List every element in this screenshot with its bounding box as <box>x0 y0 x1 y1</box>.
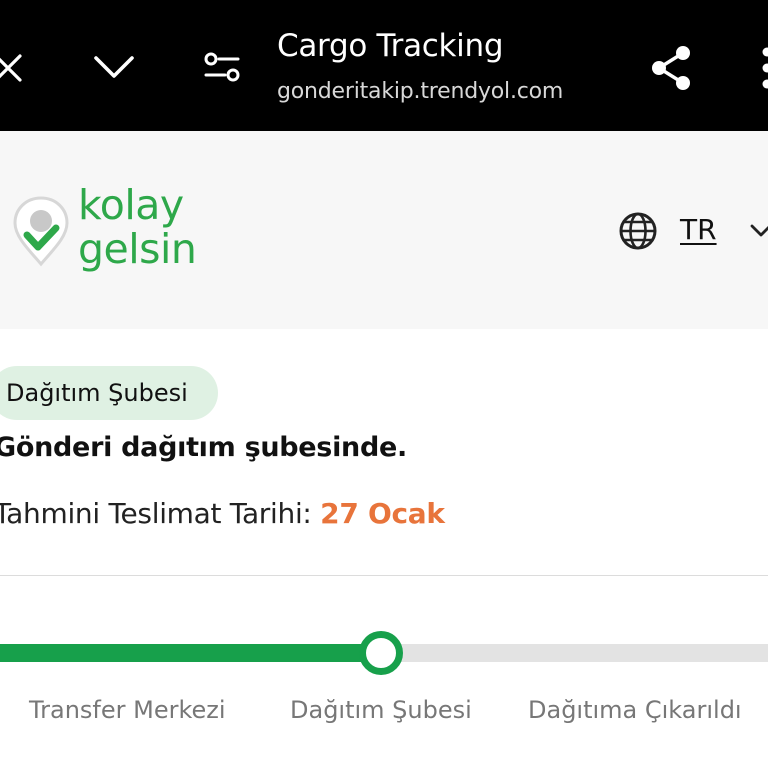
estimated-delivery: Tahmini Teslimat Tarihi: 27 Ocak <box>0 497 445 530</box>
brand-logo[interactable]: kolay gelsin <box>78 181 197 273</box>
page-title: Cargo Tracking <box>277 28 504 64</box>
location-pin-check-icon[interactable] <box>12 195 70 267</box>
language-selector[interactable]: TR <box>680 213 717 246</box>
page-info-icon[interactable] <box>203 50 241 84</box>
chevron-down-icon[interactable] <box>93 54 135 80</box>
status-badge: Dağıtım Şubesi <box>0 366 218 420</box>
site-header: kolay gelsin TR <box>0 131 768 329</box>
share-icon[interactable] <box>648 44 694 92</box>
more-menu-icon[interactable] <box>758 44 768 92</box>
logo-line-1: kolay <box>78 181 184 229</box>
globe-icon[interactable] <box>618 211 658 251</box>
browser-toolbar: Cargo Tracking gonderitakip.trendyol.com <box>0 0 768 131</box>
status-message: Gönderi dağıtım şubesinde. <box>0 432 407 463</box>
eta-label: Tahmini Teslimat Tarihi: <box>0 497 312 530</box>
page-url[interactable]: gonderitakip.trendyol.com <box>277 79 563 104</box>
close-icon[interactable] <box>0 54 22 82</box>
eta-value: 27 Ocak <box>320 497 445 530</box>
step-label-dagitima-cikarildi: Dağıtıma Çıkarıldı <box>528 696 742 724</box>
step-label-dagitim-subesi: Dağıtım Şubesi <box>290 696 472 724</box>
progress-fill <box>0 644 381 662</box>
logo-line-2: gelsin <box>78 225 197 273</box>
step-label-transfer-merkezi: Transfer Merkezi <box>29 696 226 724</box>
divider <box>0 575 768 576</box>
progress-current-marker <box>359 631 403 675</box>
chevron-down-icon[interactable] <box>750 223 768 239</box>
